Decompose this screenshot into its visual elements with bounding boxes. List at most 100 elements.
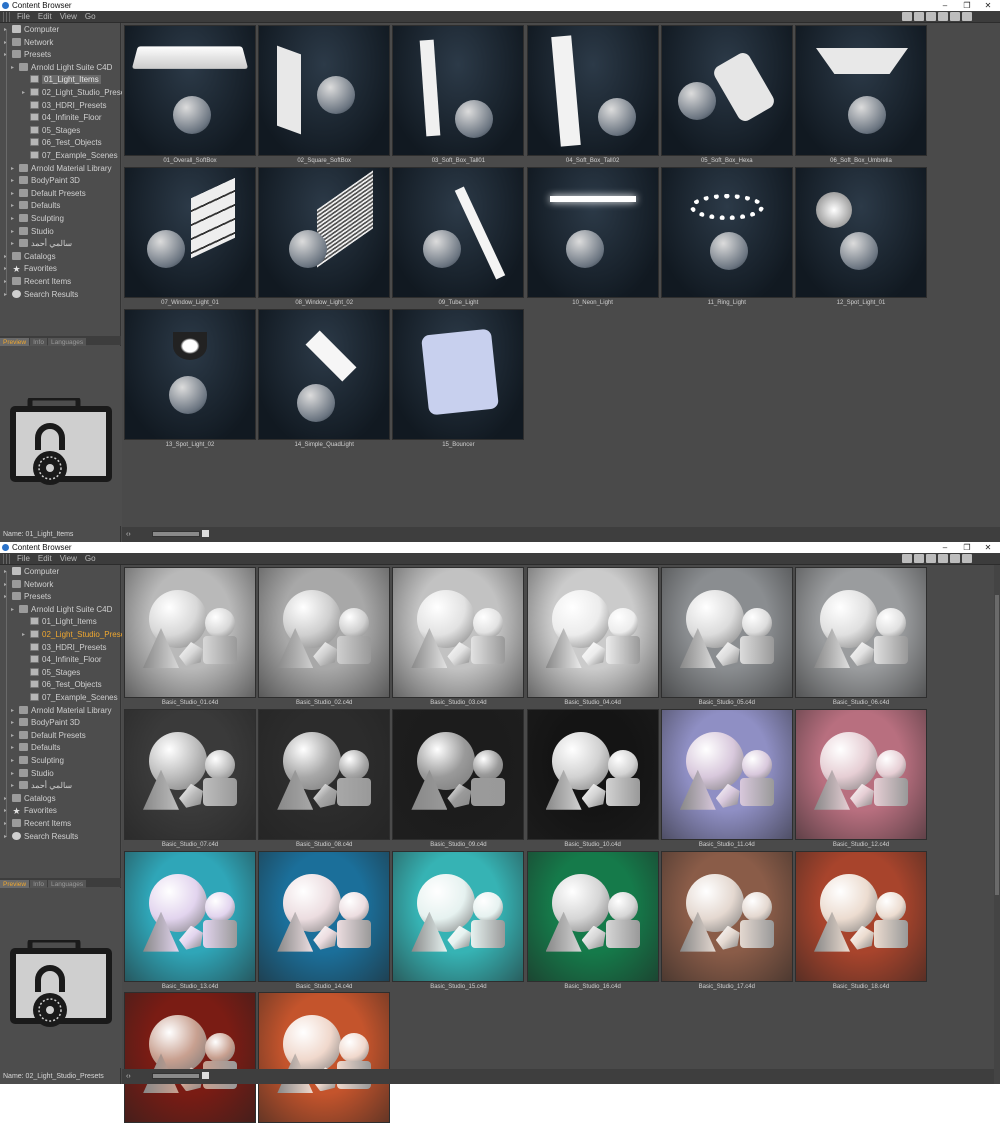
collapse-icon[interactable] xyxy=(962,12,972,21)
thumbnail-item[interactable]: Basic_Studio_13.c4d xyxy=(124,850,256,991)
thumbnail-image[interactable] xyxy=(124,25,256,156)
zoom-in-icon[interactable] xyxy=(202,1072,209,1079)
expand-toggle-icon[interactable]: ▸ xyxy=(4,276,10,288)
expand-toggle-icon[interactable]: ▸ xyxy=(11,780,17,792)
thumbnail-image[interactable] xyxy=(660,708,793,840)
thumbnail-item[interactable]: 04_Soft_Box_Tall02 xyxy=(526,25,659,165)
expand-toggle-icon[interactable]: ▸ xyxy=(4,793,10,805)
tree-item[interactable]: ▸ Arnold Light Suite C4D xyxy=(11,604,112,616)
tree-item[interactable]: 06_Test_Objects xyxy=(30,137,102,149)
expand-toggle-icon[interactable]: ▸ xyxy=(11,755,17,767)
vertical-scrollbar[interactable] xyxy=(994,565,1000,1084)
expand-toggle-icon[interactable]: ▸ xyxy=(11,238,17,250)
expand-toggle-icon[interactable]: ▸ xyxy=(4,579,10,591)
menu-view[interactable]: View xyxy=(56,553,81,565)
thumbnail-image[interactable] xyxy=(124,850,256,982)
thumbnail-image[interactable] xyxy=(258,850,391,982)
collapse-icon[interactable] xyxy=(962,554,972,563)
menu-view[interactable]: View xyxy=(56,11,81,23)
tree-item[interactable]: ▸ Search Results xyxy=(4,289,78,301)
tree-item[interactable]: ▸★Favorites xyxy=(4,263,57,275)
zoom-out-icon[interactable]: ‹› xyxy=(126,531,131,538)
thumbnail-image[interactable] xyxy=(258,992,391,1124)
thumbnail-image[interactable] xyxy=(660,25,793,156)
back-icon[interactable] xyxy=(926,12,936,21)
thumbnail-image[interactable] xyxy=(526,25,659,156)
view-mode-icon[interactable] xyxy=(902,12,912,21)
tree-item[interactable]: ▸ سالمي أحمد xyxy=(11,238,72,250)
expand-toggle-icon[interactable]: ▸ xyxy=(11,62,17,74)
expand-toggle-icon[interactable]: ▸ xyxy=(4,49,10,61)
tree-item[interactable]: ▸ 02_Light_Studio_Presets xyxy=(22,87,131,99)
thumbnail-item[interactable]: 08_Window_Light_02 xyxy=(258,166,391,307)
expand-toggle-icon[interactable]: ▸ xyxy=(11,213,17,225)
thumbnail-item[interactable]: Basic_Studio_07.c4d xyxy=(124,708,256,849)
thumbnail-item[interactable]: 13_Spot_Light_02 xyxy=(124,308,256,449)
thumbnail-image[interactable] xyxy=(795,567,927,698)
tree-item[interactable]: ▸ Sculpting xyxy=(11,755,64,767)
tree-item[interactable]: ▸ Defaults xyxy=(11,200,60,212)
expand-toggle-icon[interactable]: ▸ xyxy=(4,24,10,36)
menu-go[interactable]: Go xyxy=(81,553,100,565)
thumbnail-item[interactable]: 10_Neon_Light xyxy=(526,166,659,307)
thumbnail-item[interactable]: Basic_Studio_11.c4d xyxy=(660,708,793,849)
thumbnail-item[interactable]: Basic_Studio_10.c4d xyxy=(526,708,659,849)
thumbnail-image[interactable] xyxy=(526,166,659,298)
menu-edit[interactable]: Edit xyxy=(34,553,56,565)
tree-item[interactable]: ▸ Arnold Material Library xyxy=(11,705,111,717)
thumbnail-image[interactable] xyxy=(124,166,256,298)
thumbnail-item[interactable]: 02_Square_SoftBox xyxy=(258,25,391,165)
thumbnail-image[interactable] xyxy=(526,850,659,982)
tree-item[interactable]: ▸ Default Presets xyxy=(11,188,86,200)
expand-toggle-icon[interactable]: ▸ xyxy=(4,263,10,275)
thumbnail-image[interactable] xyxy=(392,708,525,840)
menu-edit[interactable]: Edit xyxy=(34,11,56,23)
back-icon[interactable] xyxy=(926,554,936,563)
tree-item[interactable]: 07_Example_Scenes xyxy=(30,692,118,704)
thumbnail-item[interactable] xyxy=(124,992,256,1132)
tree-item[interactable]: ▸ Default Presets xyxy=(11,730,86,742)
tree-item[interactable]: ▸ 02_Light_Studio_Presets xyxy=(22,629,131,641)
tree-item[interactable]: ▸ Catalogs xyxy=(4,251,56,263)
expand-toggle-icon[interactable]: ▸ xyxy=(11,705,17,717)
expand-toggle-icon[interactable]: ▸ xyxy=(4,289,10,301)
thumbnail-item[interactable]: Basic_Studio_17.c4d xyxy=(660,850,793,991)
tree-item[interactable]: ▸ Recent Items xyxy=(4,276,71,288)
thumbnail-image[interactable] xyxy=(795,708,927,840)
thumbnail-image[interactable] xyxy=(526,708,659,840)
tree-item[interactable]: ▸ Catalogs xyxy=(4,793,56,805)
thumbnail-item[interactable]: Basic_Studio_05.c4d xyxy=(660,567,793,707)
thumbnail-item[interactable]: 03_Soft_Box_Tall01 xyxy=(392,25,525,165)
thumbnail-image[interactable] xyxy=(392,567,525,698)
list-icon[interactable] xyxy=(950,554,960,563)
tree-item[interactable]: ▸ سالمي أحمد xyxy=(11,780,72,792)
tree-item[interactable]: 03_HDRI_Presets xyxy=(30,100,106,112)
home-icon[interactable] xyxy=(914,554,924,563)
tree-item[interactable]: 01_Light_Items xyxy=(30,74,101,86)
tree-item[interactable]: ▸ Defaults xyxy=(11,742,60,754)
thumbnail-item[interactable]: 05_Soft_Box_Hexa xyxy=(660,25,793,165)
expand-toggle-icon[interactable]: ▸ xyxy=(4,818,10,830)
expand-toggle-icon[interactable]: ▸ xyxy=(11,768,17,780)
expand-toggle-icon[interactable]: ▸ xyxy=(11,742,17,754)
thumbnail-image[interactable] xyxy=(795,25,927,156)
minimize-button[interactable]: – xyxy=(934,0,956,11)
thumbnail-item[interactable]: 06_Soft_Box_Umbrella xyxy=(795,25,927,165)
thumbnail-size-slider[interactable] xyxy=(152,1073,200,1079)
thumbnail-item[interactable]: Basic_Studio_14.c4d xyxy=(258,850,391,991)
thumbnail-item[interactable]: Basic_Studio_01.c4d xyxy=(124,567,256,707)
tree-item[interactable]: ▸ Arnold Material Library xyxy=(11,163,111,175)
thumbnail-image[interactable] xyxy=(124,708,256,840)
layout-icon[interactable] xyxy=(938,12,948,21)
list-icon[interactable] xyxy=(950,12,960,21)
thumbnail-item[interactable]: 07_Window_Light_01 xyxy=(124,166,256,307)
tree-item[interactable]: 05_Stages xyxy=(30,125,80,137)
menu-file[interactable]: File xyxy=(13,11,34,23)
expand-toggle-icon[interactable]: ▸ xyxy=(4,805,10,817)
thumbnail-item[interactable]: Basic_Studio_09.c4d xyxy=(392,708,525,849)
thumbnail-image[interactable] xyxy=(660,567,793,698)
thumbnail-item[interactable]: 09_Tube_Light xyxy=(392,166,525,307)
thumbnail-image[interactable] xyxy=(258,708,391,840)
tree-item[interactable]: ▸ Sculpting xyxy=(11,213,64,225)
thumbnail-item[interactable]: 12_Spot_Light_01 xyxy=(795,166,927,307)
